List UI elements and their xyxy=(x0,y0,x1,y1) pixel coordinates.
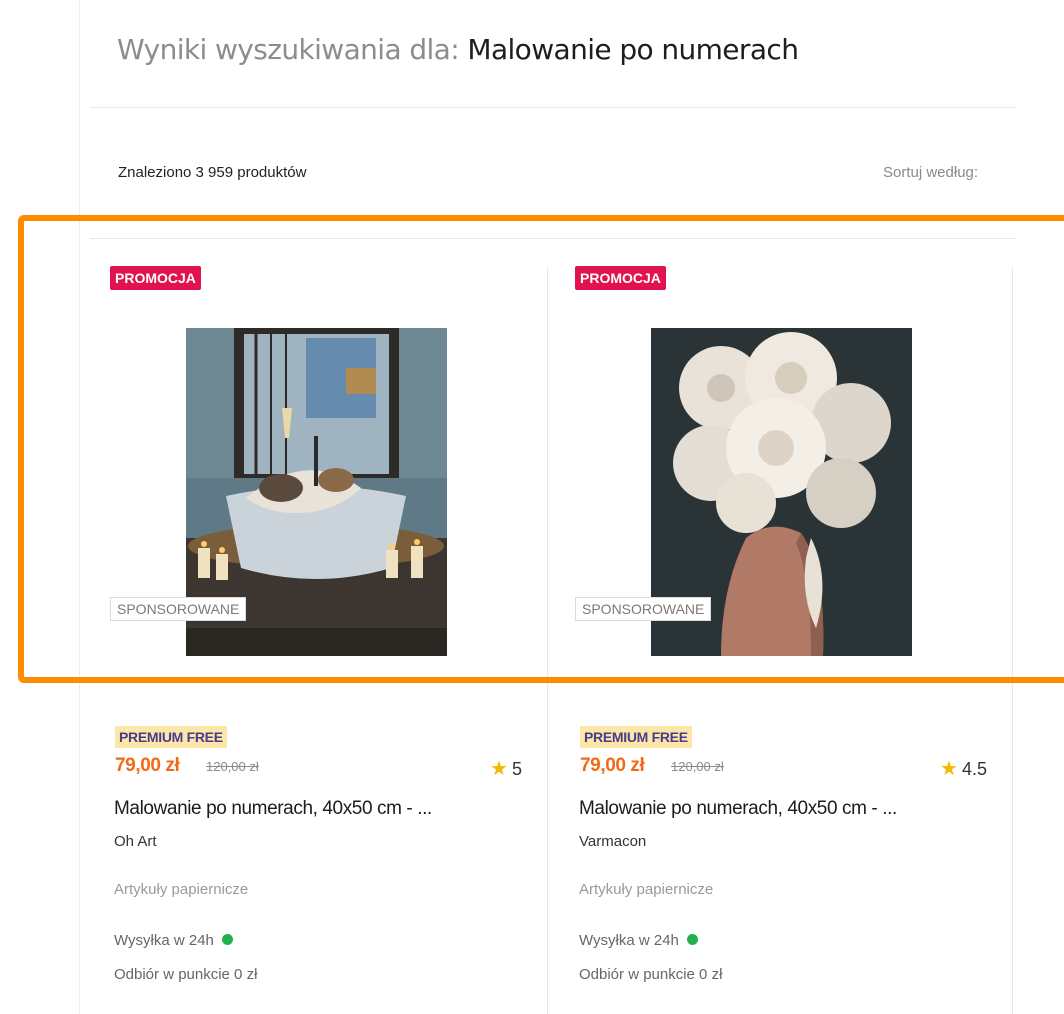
promo-badge: PROMOCJA xyxy=(575,266,666,290)
promo-badge: PROMOCJA xyxy=(110,266,201,290)
pickup-info: Odbiór w punkcie 0 zł xyxy=(579,966,723,983)
search-query-text: Malowanie po numerach xyxy=(467,33,799,66)
pickup-info: Odbiór w punkcie 0 zł xyxy=(114,966,258,983)
column-divider xyxy=(547,268,548,1014)
product-price: 79,00 zł xyxy=(580,755,645,776)
seller-name[interactable]: Oh Art xyxy=(114,833,157,850)
product-card[interactable]: PROMOCJA SPONSOROWANE PREMIUM FREE 79,00… xyxy=(110,266,540,1014)
delivery-info: Wysyłka w 24h xyxy=(579,932,698,949)
sponsored-label: SPONSOROWANE xyxy=(575,597,712,621)
rating-value: 4.5 xyxy=(961,759,987,779)
product-price: 79,00 zł xyxy=(115,755,180,776)
page-left-border xyxy=(79,0,80,1014)
rating-value: 5 xyxy=(511,759,522,779)
product-category: Artykuły papiernicze xyxy=(114,881,249,898)
search-results-prefix: Wyniki wyszukiwania dla: xyxy=(117,33,460,66)
delivery-info: Wysyłka w 24h xyxy=(114,932,233,949)
star-icon: ★ xyxy=(940,758,958,780)
column-divider xyxy=(1012,268,1013,1014)
product-old-price: 120,00 zł xyxy=(206,759,259,774)
product-title-link[interactable]: Malowanie po numerach, 40x50 cm - ... xyxy=(579,798,999,820)
header-divider xyxy=(90,107,1016,108)
availability-dot-icon xyxy=(686,934,698,945)
delivery-text: Wysyłka w 24h xyxy=(579,932,679,949)
premium-free-badge: PREMIUM FREE xyxy=(115,726,227,748)
sponsored-label: SPONSOROWANE xyxy=(110,597,247,621)
search-results-heading: Wyniki wyszukiwania dla: Malowanie po nu… xyxy=(117,30,799,70)
toolbar-divider xyxy=(90,238,1016,239)
results-count: Znaleziono 3 959 produktów xyxy=(118,164,307,181)
product-rating: ★ 5 xyxy=(490,756,522,781)
product-title-link[interactable]: Malowanie po numerach, 40x50 cm - ... xyxy=(114,798,534,820)
delivery-text: Wysyłka w 24h xyxy=(114,932,214,949)
product-card[interactable]: PROMOCJA SPONSOROWANE PREMIUM FREE 79,00… xyxy=(575,266,1005,1014)
product-old-price: 120,00 zł xyxy=(671,759,724,774)
product-category: Artykuły papiernicze xyxy=(579,881,714,898)
premium-free-badge: PREMIUM FREE xyxy=(580,726,692,748)
seller-name[interactable]: Varmacon xyxy=(579,833,646,850)
availability-dot-icon xyxy=(221,934,233,945)
sort-dropdown[interactable]: Sortuj według: xyxy=(883,164,978,181)
star-icon: ★ xyxy=(490,758,508,780)
product-rating: ★ 4.5 xyxy=(940,756,987,781)
